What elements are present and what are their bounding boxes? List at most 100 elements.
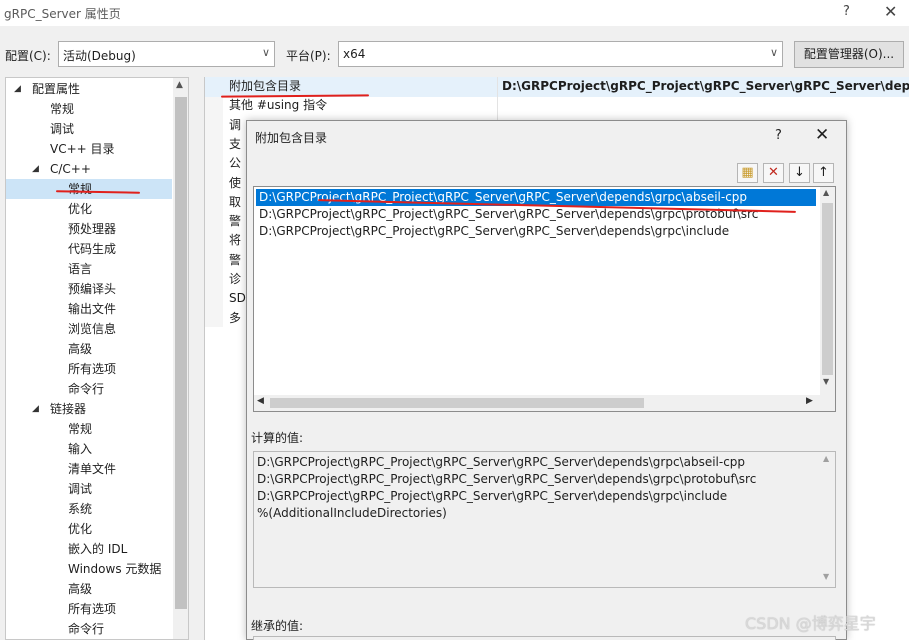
chevron-down-icon: ∨ xyxy=(769,46,778,59)
help-icon[interactable]: ? xyxy=(775,128,782,143)
tree-item[interactable]: 浏览信息 xyxy=(6,319,172,339)
scroll-up-icon[interactable]: ▲ xyxy=(176,80,183,90)
tree-item[interactable]: 调试 xyxy=(6,479,172,499)
new-folder-icon[interactable]: ▦ xyxy=(737,163,758,183)
evaluated-line: %(AdditionalIncludeDirectories) xyxy=(257,506,447,520)
list-item[interactable]: D:\GRPCProject\gRPC_Project\gRPC_Server\… xyxy=(256,189,816,206)
tree-item[interactable]: 所有选项 xyxy=(6,359,172,379)
tree-item[interactable]: 输入 xyxy=(6,439,172,459)
delete-icon[interactable]: ✕ xyxy=(763,163,784,183)
title-bar: gRPC_Server 属性页 ? ✕ xyxy=(0,0,909,26)
help-icon[interactable]: ? xyxy=(843,4,850,19)
property-name: 支 xyxy=(229,136,242,151)
tree-item-label: C/C++ xyxy=(50,162,91,176)
tree-item[interactable]: 高级 xyxy=(6,579,172,599)
tree-item[interactable]: 预编译头 xyxy=(6,279,172,299)
tree-item-label: 配置属性 xyxy=(32,82,81,96)
tree-item[interactable]: 清单文件 xyxy=(6,459,172,479)
scroll-up-icon: ▲ xyxy=(823,454,830,463)
scroll-right-icon[interactable]: ▶ xyxy=(806,396,813,406)
tree-item-label: 命令行 xyxy=(68,622,105,636)
inherited-value-label: 继承的值: xyxy=(251,619,304,633)
close-icon[interactable]: ✕ xyxy=(884,2,897,21)
tree-item[interactable]: 语言 xyxy=(6,259,172,279)
tree-item[interactable]: 优化 xyxy=(6,199,172,219)
expand-arrow-icon[interactable]: ◢ xyxy=(32,399,39,419)
tree-item-label: 优化 xyxy=(68,202,93,216)
evaluated-line: D:\GRPCProject\gRPC_Project\gRPC_Server\… xyxy=(257,472,757,486)
tree-item[interactable]: 常规 xyxy=(6,419,172,439)
tree-item[interactable]: 代码生成 xyxy=(6,239,172,259)
window-title: gRPC_Server 属性页 xyxy=(4,7,121,21)
list-horizontal-scrollbar[interactable]: ◀ ▶ xyxy=(254,395,820,411)
list-item[interactable]: D:\GRPCProject\gRPC_Project\gRPC_Server\… xyxy=(256,223,729,240)
scroll-left-icon[interactable]: ◀ xyxy=(257,396,264,406)
scroll-down-icon[interactable]: ▼ xyxy=(823,377,829,386)
tree-item[interactable]: 高级 xyxy=(6,339,172,359)
tree-item[interactable]: 嵌入的 IDL xyxy=(6,539,172,559)
tree-item-label: 预编译头 xyxy=(68,282,117,296)
tree-item[interactable]: 所有选项 xyxy=(6,599,172,619)
tree-item[interactable]: 调试 xyxy=(6,119,172,139)
chevron-down-icon: ∨ xyxy=(261,46,270,59)
evaluated-line: D:\GRPCProject\gRPC_Project\gRPC_Server\… xyxy=(257,489,728,503)
tree-item-label: 常规 xyxy=(50,102,75,116)
property-name: 附加包含目录 xyxy=(229,79,302,93)
tree-item[interactable]: 常规 xyxy=(6,99,172,119)
property-tree[interactable]: ◢ 配置属性 常规 调试 VC++ 目录 ◢ C/C++ 常规 优化 预处理器 代码生成 语言 预编译头… xyxy=(5,77,189,640)
tree-scroll-thumb[interactable] xyxy=(175,97,187,609)
close-icon[interactable]: ✕ xyxy=(815,125,829,145)
tree-item-label: 高级 xyxy=(68,582,93,596)
watermark: CSDN @博弈星宇 xyxy=(745,614,876,633)
tree-item[interactable]: 命令行 xyxy=(6,379,172,399)
tree-item-label: 清单文件 xyxy=(68,462,117,476)
tree-item[interactable]: 优化 xyxy=(6,519,172,539)
evaluated-scrollbar: ▲ ▼ xyxy=(820,452,835,587)
move-down-icon[interactable]: ↓ xyxy=(789,163,810,183)
move-up-icon[interactable]: ↑ xyxy=(813,163,834,183)
tree-item-label: 嵌入的 IDL xyxy=(68,542,128,556)
expand-arrow-icon[interactable]: ◢ xyxy=(14,79,21,99)
list-scroll-thumb[interactable] xyxy=(822,203,833,375)
property-name: 使 xyxy=(229,175,242,190)
include-directories-dialog: 附加包含目录 ? ✕ ▦ ✕ ↓ ↑ D:\GRPCProject\gRPC_P… xyxy=(246,120,847,640)
configuration-toolbar: 配置(C): 活动(Debug) ∨ 平台(P): x64 ∨ 配置管理器(O)… xyxy=(0,34,909,74)
tree-item[interactable]: 命令行 xyxy=(6,619,172,639)
property-name: 取 xyxy=(229,194,242,209)
include-dirs-value[interactable]: D:\GRPCProject\gRPC_Project\gRPC_Server\… xyxy=(502,79,909,93)
tree-item[interactable]: ◢ 链接器 xyxy=(6,399,172,419)
tree-item[interactable]: 预处理器 xyxy=(6,219,172,239)
property-row[interactable]: 其他 #using 指令 xyxy=(205,96,909,116)
expand-arrow-icon[interactable]: ◢ xyxy=(32,159,39,179)
tree-item-label: 所有选项 xyxy=(68,602,117,616)
property-name: SD xyxy=(229,291,246,306)
tree-scrollbar[interactable]: ▲ xyxy=(173,78,188,639)
tree-item-label: Windows 元数据 xyxy=(68,562,162,576)
config-select-value: 活动(Debug) xyxy=(63,49,136,63)
tree-item[interactable]: ◢ C/C++ xyxy=(6,159,172,179)
configuration-manager-button[interactable]: 配置管理器(O)... xyxy=(794,41,904,68)
tree-item-label: 代码生成 xyxy=(68,242,117,256)
tree-item[interactable]: 常规 xyxy=(6,179,172,199)
scroll-up-icon[interactable]: ▲ xyxy=(823,188,829,197)
inherited-value-box xyxy=(253,636,836,640)
list-hscroll-thumb[interactable] xyxy=(270,398,644,408)
tree-item-label: 所有选项 xyxy=(68,362,117,376)
tree-item[interactable]: ◢ 配置属性 xyxy=(6,79,172,99)
tree-item[interactable]: 输出文件 xyxy=(6,299,172,319)
list-vertical-scrollbar[interactable]: ▲ ▼ xyxy=(820,187,835,411)
config-select[interactable]: 活动(Debug) ∨ xyxy=(58,41,275,67)
platform-select-value: x64 xyxy=(343,47,366,61)
tree-item-label: 系统 xyxy=(68,502,93,516)
tree-item-label: 输入 xyxy=(68,442,93,456)
tree-item[interactable]: 系统 xyxy=(6,499,172,519)
property-name: 警 xyxy=(229,214,242,229)
platform-label: 平台(P): xyxy=(286,49,331,63)
include-directories-list[interactable]: D:\GRPCProject\gRPC_Project\gRPC_Server\… xyxy=(253,186,836,412)
tree-item-label: 预处理器 xyxy=(68,222,117,236)
tree-item[interactable]: Windows 元数据 xyxy=(6,559,172,579)
config-label: 配置(C): xyxy=(5,49,51,63)
tree-item[interactable]: VC++ 目录 xyxy=(6,139,172,159)
platform-select[interactable]: x64 ∨ xyxy=(338,41,783,67)
tree-item-label: 命令行 xyxy=(68,382,105,396)
